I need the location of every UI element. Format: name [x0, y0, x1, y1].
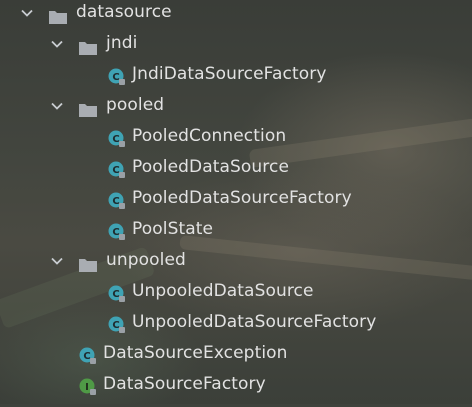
class-icon: C — [108, 221, 126, 240]
tree-label: PooledDataSource — [132, 157, 289, 177]
svg-text:C: C — [112, 227, 119, 238]
chevron-down-icon[interactable] — [50, 37, 64, 51]
svg-text:C: C — [112, 72, 119, 83]
interface-icon: I — [79, 376, 97, 395]
chevron-down-icon[interactable] — [50, 254, 64, 268]
svg-text:I: I — [85, 382, 89, 393]
tree-label: DataSourceException — [103, 343, 288, 363]
svg-text:C: C — [112, 196, 119, 207]
tree-item-class[interactable]: C PooledDataSource — [0, 152, 472, 183]
tree-label: jndi — [106, 33, 138, 53]
folder-icon — [78, 36, 98, 55]
tree-node-unpooled[interactable]: unpooled — [0, 245, 472, 276]
tree-label: unpooled — [106, 250, 186, 270]
class-icon: C — [108, 128, 126, 147]
svg-text:C: C — [112, 134, 119, 145]
tree-node-pooled[interactable]: pooled — [0, 90, 472, 121]
tree-label: JndiDataSourceFactory — [132, 64, 327, 84]
tree-item-interface[interactable]: I DataSourceFactory — [0, 369, 472, 400]
tree-item-class[interactable]: C PooledDataSourceFactory — [0, 183, 472, 214]
tree-label: PooledConnection — [132, 126, 287, 146]
class-icon: C — [108, 190, 126, 209]
svg-text:C: C — [112, 289, 119, 300]
svg-text:C: C — [112, 165, 119, 176]
tree-label: PoolState — [132, 219, 214, 239]
class-icon: C — [108, 66, 126, 85]
tree-label: PooledDataSourceFactory — [132, 188, 352, 208]
tree-node-datasource[interactable]: datasource — [0, 0, 472, 28]
tree-item-class[interactable]: C DataSourceException — [0, 338, 472, 369]
tree-item-class[interactable]: C UnpooledDataSource — [0, 276, 472, 307]
tree-item-class[interactable]: C UnpooledDataSourceFactory — [0, 307, 472, 338]
class-icon: C — [108, 283, 126, 302]
folder-icon — [78, 253, 98, 272]
tree-label: pooled — [106, 95, 165, 115]
chevron-down-icon[interactable] — [20, 6, 34, 20]
project-tree: datasource jndi C JndiDataSourceFactory … — [0, 0, 472, 404]
svg-text:C: C — [83, 351, 90, 362]
tree-label: UnpooledDataSource — [132, 281, 314, 301]
tree-label: UnpooledDataSourceFactory — [132, 312, 377, 332]
chevron-down-icon[interactable] — [50, 99, 64, 113]
class-icon: C — [108, 314, 126, 333]
folder-icon — [78, 98, 98, 117]
folder-icon — [48, 5, 68, 24]
tree-label: datasource — [76, 2, 172, 22]
tree-label: DataSourceFactory — [103, 374, 266, 394]
tree-item-class[interactable]: C JndiDataSourceFactory — [0, 59, 472, 90]
class-icon: C — [108, 159, 126, 178]
class-icon: C — [79, 345, 97, 364]
svg-text:C: C — [112, 320, 119, 331]
tree-node-jndi[interactable]: jndi — [0, 28, 472, 59]
tree-item-class[interactable]: C PoolState — [0, 214, 472, 245]
tree-item-class[interactable]: C PooledConnection — [0, 121, 472, 152]
